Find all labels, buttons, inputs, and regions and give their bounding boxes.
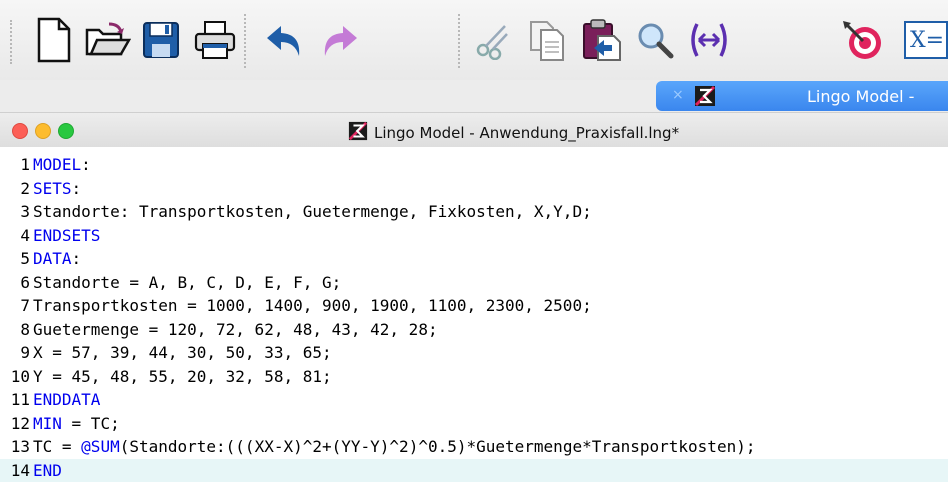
code-plain: : bbox=[71, 249, 82, 268]
code-plain: Y = 45, 48, 55, 20, 32, 58, 81; bbox=[33, 366, 332, 386]
code-keyword: SETS bbox=[33, 178, 72, 198]
code-line[interactable]: 14 END bbox=[0, 458, 948, 482]
undo-icon[interactable] bbox=[258, 14, 312, 66]
copy-icon[interactable] bbox=[520, 14, 574, 66]
code-text: Guetermenge = 120, 72, 62, 48, 43, 42, 2… bbox=[33, 318, 438, 341]
new-file-icon[interactable] bbox=[26, 14, 80, 66]
code-plain: Transportkosten = 1000, 1400, 900, 1900,… bbox=[33, 296, 592, 315]
code-plain: Standorte = A, B, C, D, E, F, G; bbox=[33, 272, 342, 292]
code-line[interactable]: 4 ENDSETS bbox=[0, 224, 948, 247]
solve-target-icon[interactable] bbox=[836, 14, 890, 66]
window-titlebar: Lingo Model - Anwendung_Praxisfall.lng* bbox=[0, 113, 948, 148]
line-number: 4 bbox=[20, 225, 30, 245]
lingo-sigma-icon bbox=[348, 121, 368, 145]
window-close-button[interactable] bbox=[12, 123, 28, 139]
code-keyword: END bbox=[33, 460, 62, 480]
code-text: ENDDATA bbox=[33, 388, 100, 411]
code-plain: : bbox=[71, 178, 82, 198]
code-keyword: MODEL bbox=[33, 155, 82, 174]
code-text: Standorte = A, B, C, D, E, F, G; bbox=[33, 271, 341, 294]
window-title-text: Lingo Model - Anwendung_Praxisfall.lng* bbox=[374, 124, 680, 142]
line-number: 3 bbox=[20, 202, 30, 221]
cut-scissors-icon[interactable] bbox=[466, 14, 520, 66]
find-magnifier-icon[interactable] bbox=[628, 14, 682, 66]
code-plain: Guetermenge = 120, 72, 62, 48, 43, 42, 2… bbox=[33, 319, 438, 339]
code-plain: = TC; bbox=[61, 413, 120, 433]
line-number: 5 bbox=[20, 249, 30, 268]
code-text: DATA: bbox=[33, 247, 81, 270]
code-line[interactable]: 8 Guetermenge = 120, 72, 62, 48, 43, 42, … bbox=[0, 318, 948, 341]
code-line[interactable]: 3 Standorte: Transportkosten, Guetermenge… bbox=[0, 200, 948, 223]
code-line[interactable]: 12 MIN = TC; bbox=[0, 412, 948, 435]
line-number: 12 bbox=[10, 413, 30, 433]
line-number: 2 bbox=[20, 178, 30, 198]
document-tab-bar: × Lingo Model - bbox=[0, 80, 948, 113]
line-number: 8 bbox=[20, 319, 30, 339]
code-keyword: ENDSETS bbox=[33, 225, 101, 245]
tab-lingo-model[interactable]: × Lingo Model - bbox=[656, 81, 948, 111]
line-number: 7 bbox=[20, 296, 30, 315]
code-text: TC = @SUM(Standorte:(((XX-X)^2+(YY-Y)^2)… bbox=[33, 435, 755, 458]
code-plain: TC = bbox=[33, 437, 82, 456]
code-text: ENDSETS bbox=[33, 224, 100, 247]
code-line[interactable]: 10 Y = 45, 48, 55, 20, 32, 58, 81; bbox=[0, 365, 948, 388]
code-line[interactable]: 6 Standorte = A, B, C, D, E, F, G; bbox=[0, 271, 948, 294]
code-text: Standorte: Transportkosten, Guetermenge,… bbox=[33, 200, 592, 223]
window-minimize-button[interactable] bbox=[35, 123, 51, 139]
save-disk-icon[interactable] bbox=[134, 14, 188, 66]
code-plain: X = 57, 39, 44, 30, 50, 33, 65; bbox=[33, 343, 332, 362]
redo-icon[interactable] bbox=[312, 14, 366, 66]
code-line[interactable]: 11 ENDDATA bbox=[0, 388, 948, 411]
code-text: MIN = TC; bbox=[33, 412, 120, 435]
code-keyword: MIN bbox=[33, 413, 62, 433]
print-icon[interactable] bbox=[188, 14, 242, 66]
code-keyword: ENDDATA bbox=[33, 390, 101, 409]
match-parenthesis-icon[interactable] bbox=[682, 14, 736, 66]
code-text: Y = 45, 48, 55, 20, 32, 58, 81; bbox=[33, 365, 332, 388]
code-text: Transportkosten = 1000, 1400, 900, 1900,… bbox=[33, 294, 592, 317]
solution-glyph: X= bbox=[904, 21, 948, 59]
line-number: 6 bbox=[20, 272, 30, 292]
line-number: 14 bbox=[10, 460, 30, 480]
toolbar: X= bbox=[0, 0, 948, 81]
window-zoom-button[interactable] bbox=[58, 123, 74, 139]
solution-xeq-icon[interactable]: X= bbox=[892, 14, 948, 66]
lingo-sigma-icon bbox=[694, 85, 716, 111]
code-line[interactable]: 2 SETS: bbox=[0, 177, 948, 200]
line-number: 13 bbox=[10, 437, 30, 456]
code-plain: (Standorte:(((XX-X)^2+(YY-Y)^2)^0.5)*Gue… bbox=[119, 437, 756, 456]
toolbar-separator bbox=[244, 14, 246, 68]
code-keyword: DATA bbox=[33, 249, 72, 268]
window-title: Lingo Model - Anwendung_Praxisfall.lng* bbox=[348, 121, 679, 145]
code-plain: : bbox=[81, 155, 91, 174]
code-keyword: @SUM bbox=[81, 437, 120, 456]
line-number: 11 bbox=[10, 390, 30, 409]
code-line[interactable]: 9X = 57, 39, 44, 30, 50, 33, 65; bbox=[0, 341, 948, 364]
toolbar-separator bbox=[458, 14, 460, 68]
tab-close-icon[interactable]: × bbox=[672, 87, 684, 103]
tab-label: Lingo Model - bbox=[807, 87, 915, 106]
line-number: 9 bbox=[20, 343, 30, 362]
line-number: 1 bbox=[20, 155, 30, 174]
code-line[interactable]: 7 Transportkosten = 1000, 1400, 900, 1900… bbox=[0, 294, 948, 317]
paste-icon[interactable] bbox=[574, 14, 628, 66]
code-editor[interactable]: 1 MODEL: 2 SETS: 3 Standorte: Transportkosten… bbox=[0, 147, 948, 491]
code-text: MODEL: bbox=[33, 153, 91, 176]
code-text: SETS: bbox=[33, 177, 81, 200]
code-line[interactable]: 13 TC = @SUM(Standorte:(((XX-X)^2+(YY-Y)^… bbox=[0, 435, 948, 458]
open-folder-icon[interactable] bbox=[80, 14, 134, 66]
code-text: X = 57, 39, 44, 30, 50, 33, 65; bbox=[33, 341, 332, 364]
toolbar-grip[interactable] bbox=[10, 20, 16, 64]
code-text: END bbox=[33, 459, 62, 482]
code-line[interactable]: 5 DATA: bbox=[0, 247, 948, 270]
line-number: 10 bbox=[10, 366, 30, 386]
code-line[interactable]: 1 MODEL: bbox=[0, 153, 948, 176]
code-plain: Standorte: Transportkosten, Guetermenge,… bbox=[33, 202, 592, 221]
